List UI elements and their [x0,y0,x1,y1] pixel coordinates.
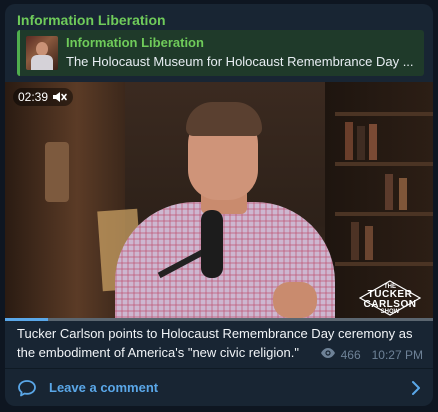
person-hand [273,282,317,318]
shelf [335,162,433,166]
video-player[interactable]: 02:39 THE TUCKER CARLSON SHOW [5,82,433,320]
reply-preview[interactable]: Information Liberation The Holocaust Mus… [17,30,424,76]
video-progress-bar[interactable] [5,318,433,321]
eye-icon [320,347,336,362]
shelf [335,212,433,216]
leave-comment-button[interactable]: Leave a comment [5,369,433,406]
thumb-body [31,55,53,70]
leave-comment-label: Leave a comment [49,380,159,395]
muted-speaker-icon[interactable] [52,90,68,104]
reply-thumbnail [26,36,58,70]
book [365,226,373,260]
watermark-bottom: SHOW [380,309,400,315]
book [385,174,393,210]
book [369,124,377,160]
reply-title: Information Liberation [66,35,204,50]
video-duration: 02:39 [18,90,49,104]
chevron-right-icon[interactable] [411,380,421,401]
message-time: 10:27 PM [371,347,423,362]
channel-name[interactable]: Information Liberation [17,12,166,28]
message-meta: 466 10:27 PM [320,347,423,362]
book [399,178,407,210]
view-count: 466 [340,347,361,362]
lamp [45,142,69,202]
comment-bubble-icon [17,379,37,402]
shelf [335,262,433,266]
book [351,222,359,260]
show-watermark-logo: THE TUCKER CARLSON SHOW [359,280,421,316]
microphone [201,210,223,278]
book [357,126,365,160]
thumb-face [36,42,48,56]
video-progress-fill [5,318,48,321]
video-duration-badge[interactable]: 02:39 [13,88,74,106]
channel-message: Information Liberation Information Liber… [5,4,433,406]
shelf [335,112,433,116]
book [345,122,353,160]
reply-text: The Holocaust Museum for Holocaust Remem… [66,54,414,69]
person-hair [186,102,262,136]
